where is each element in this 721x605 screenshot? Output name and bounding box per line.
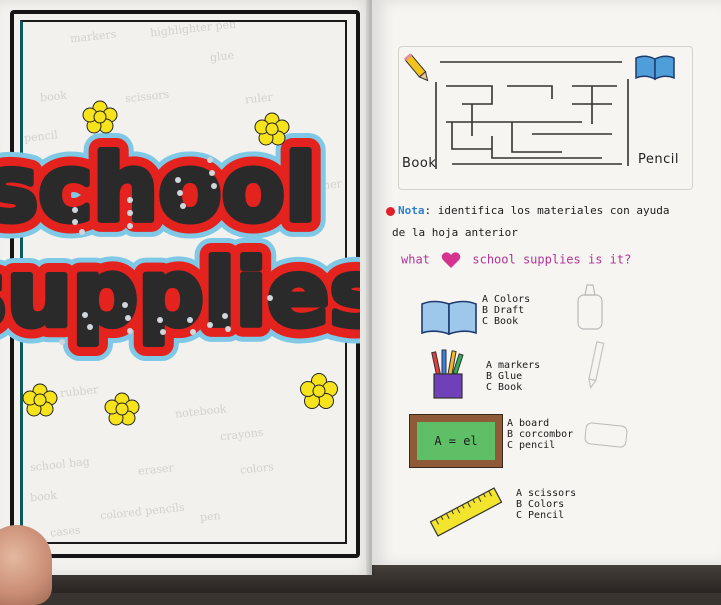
heart-icon <box>441 252 461 268</box>
maze-drawing <box>435 61 629 169</box>
flower-icon <box>82 100 118 134</box>
option-c[interactable]: C pencil <box>507 440 573 451</box>
flower-icon <box>104 392 140 426</box>
option-c[interactable]: C Book <box>482 316 530 327</box>
question-2-options: A markers B Glue C Book <box>486 360 540 393</box>
option-a[interactable]: A markers <box>486 360 540 371</box>
note-line2: de la hoja anterior <box>392 226 518 239</box>
question-end: school supplies is it? <box>472 252 632 267</box>
option-c[interactable]: C Pencil <box>516 510 576 521</box>
glue-icon <box>577 284 603 330</box>
open-book-icon <box>421 300 477 336</box>
option-b[interactable]: B Colors <box>516 499 576 510</box>
ghost-word: book <box>29 488 58 505</box>
chalkboard-text: A = el <box>417 422 495 460</box>
option-a[interactable]: A board <box>507 418 573 429</box>
title-line2: supplies <box>0 240 360 347</box>
cover-page: markers highlighter pen glue book scisso… <box>0 0 372 575</box>
pencil-cup-icon <box>431 349 464 399</box>
maze-end-label: Pencil <box>638 152 679 167</box>
cover-title-art: school school school supplies supplies s… <box>0 120 360 364</box>
option-c[interactable]: C Book <box>486 382 540 393</box>
flower-icon <box>300 373 338 409</box>
flower-icon <box>254 112 290 146</box>
question-3-options: A board B corcombor C pencil <box>507 418 573 451</box>
question-start: what <box>401 252 430 267</box>
option-b[interactable]: B Draft <box>482 305 530 316</box>
note-heading: Nota <box>398 204 425 217</box>
option-b[interactable]: B Glue <box>486 371 540 382</box>
bullet-dot-icon <box>386 206 395 216</box>
thumb <box>0 525 52 605</box>
ghost-word: book <box>39 88 68 105</box>
option-b[interactable]: B corcombor <box>507 429 573 440</box>
title-line1: school <box>0 135 316 242</box>
faint-pencil-icon <box>588 341 605 390</box>
option-a[interactable]: A Colors <box>482 294 530 305</box>
option-a[interactable]: A scissors <box>516 488 576 499</box>
ruler-icon <box>429 487 503 537</box>
question-1-options: A Colors B Draft C Book <box>482 294 530 327</box>
eraser-icon <box>583 421 629 449</box>
ghost-word: pen <box>199 508 222 525</box>
pencil-icon <box>404 53 429 82</box>
question-line: what school supplies is it? <box>401 251 631 269</box>
note-text: : identifica los materiales con ayuda <box>424 204 670 217</box>
chalkboard-icon: A = el <box>409 414 503 468</box>
question-4-options: A scissors B Colors C Pencil <box>516 488 576 521</box>
note-line1: Nota: identifica los materiales con ayud… <box>386 204 670 217</box>
ghost-word: glue <box>209 48 235 65</box>
maze-start-label: Book <box>402 156 437 171</box>
flower-icon <box>22 383 58 417</box>
book-icon <box>635 55 675 81</box>
